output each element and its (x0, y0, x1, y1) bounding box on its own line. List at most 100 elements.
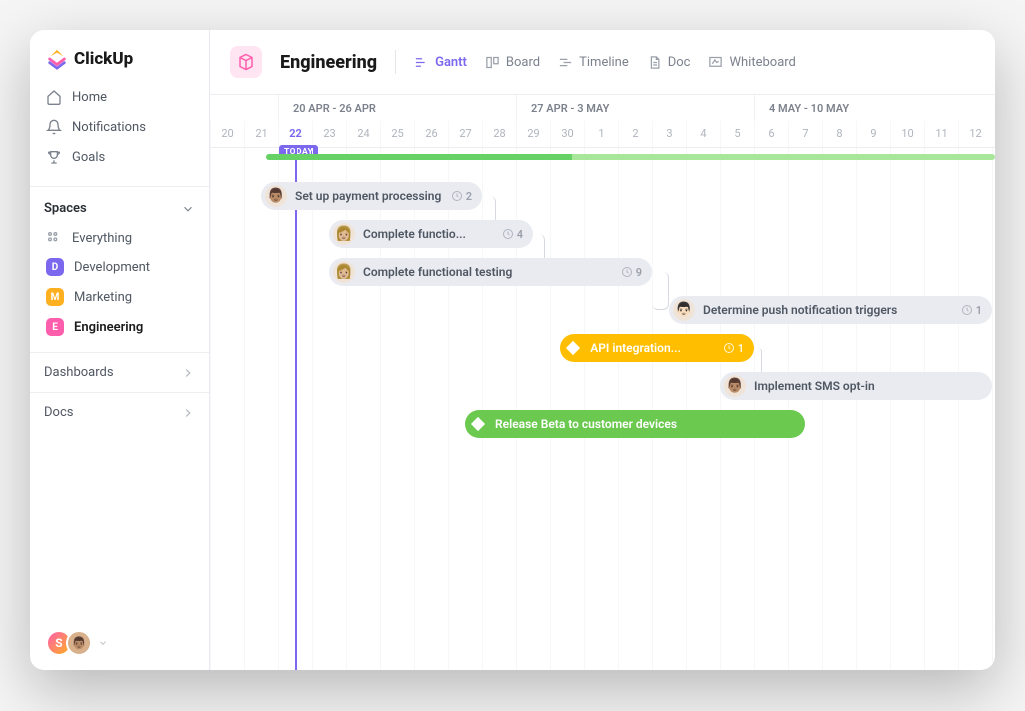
space-badge: D (46, 258, 64, 276)
task-subtask-count: 2 (451, 190, 472, 203)
week-row: 20 APR - 26 APR27 APR - 3 MAY4 MAY - 10 … (210, 95, 995, 121)
task-avatar: 👨🏻 (673, 299, 695, 321)
docs-row[interactable]: Docs (30, 393, 209, 432)
space-everything[interactable]: Everything (38, 224, 201, 252)
day-cell[interactable]: 26 (414, 121, 448, 147)
space-item-marketing[interactable]: M Marketing (38, 282, 201, 312)
view-whiteboard-label: Whiteboard (729, 55, 795, 70)
task-subtask-count: 4 (502, 228, 523, 241)
grid-icon (46, 230, 62, 246)
task-bar[interactable]: 👨🏻Determine push notification triggers1 (669, 296, 992, 324)
primary-nav: Home Notifications Goals (30, 82, 209, 186)
task-label: Complete functional testing (363, 265, 512, 279)
logo[interactable]: ClickUp (30, 30, 209, 82)
avatar-user-2: 👨🏽 (66, 630, 92, 656)
day-cell[interactable]: 6 (754, 121, 788, 147)
brand-name: ClickUp (74, 49, 133, 69)
day-cell[interactable]: 24 (346, 121, 380, 147)
day-cell[interactable]: 28 (482, 121, 516, 147)
task-label: Set up payment processing (295, 189, 441, 203)
week-cell: 27 APR - 3 MAY (516, 95, 754, 121)
trophy-icon (46, 149, 62, 165)
task-label: Complete functio... (363, 227, 466, 241)
day-row: 2021222324252627282930123456789101112 (210, 121, 995, 147)
day-cell[interactable]: 1 (584, 121, 618, 147)
subtask-icon (723, 342, 735, 354)
task-bar[interactable]: 👩🏼Complete functional testing9 (329, 258, 652, 286)
day-cell[interactable]: 30 (550, 121, 584, 147)
timeline-icon (558, 55, 573, 70)
day-cell[interactable]: 23 (312, 121, 346, 147)
task-subtask-count: 9 (621, 266, 642, 279)
task-subtask-count: 1 (723, 342, 744, 355)
day-cell[interactable]: 25 (380, 121, 414, 147)
task-bar[interactable]: 👨🏽Set up payment processing2 (261, 182, 482, 210)
gantt-area[interactable]: 👨🏽Set up payment processing2👩🏼Complete f… (210, 148, 995, 670)
task-bar[interactable]: Release Beta to customer devices (465, 410, 805, 438)
task-label: Release Beta to customer devices (495, 417, 677, 431)
subtask-icon (502, 228, 514, 240)
day-cell[interactable]: 5 (720, 121, 754, 147)
day-cell[interactable]: 3 (652, 121, 686, 147)
space-label: Development (74, 260, 150, 275)
divider (395, 50, 396, 74)
day-cell[interactable]: 20 (210, 121, 244, 147)
milestone-diamond-icon (471, 417, 485, 431)
nav-notifications[interactable]: Notifications (38, 112, 201, 142)
space-label: Marketing (74, 290, 132, 305)
task-avatar: 👨🏽 (724, 375, 746, 397)
bell-icon (46, 119, 62, 135)
space-label: Engineering (74, 320, 143, 335)
task-bar[interactable]: API integration...1 (560, 334, 754, 362)
day-cell[interactable]: 7 (788, 121, 822, 147)
timeline-header: 20 APR - 26 APR27 APR - 3 MAY4 MAY - 10 … (210, 95, 995, 148)
space-badge: M (46, 288, 64, 306)
day-cell[interactable]: 9 (856, 121, 890, 147)
day-cell[interactable]: 21 (244, 121, 278, 147)
day-cell[interactable]: 4 (686, 121, 720, 147)
chevron-down-icon (181, 202, 195, 216)
task-bar[interactable]: 👨🏽Implement SMS opt-in (720, 372, 992, 400)
home-icon (46, 89, 62, 105)
chevron-right-icon (181, 366, 195, 380)
view-board[interactable]: Board (485, 55, 540, 70)
task-bar[interactable]: 👩🏼Complete functio...4 (329, 220, 533, 248)
sidebar-footer: S 👨🏽 (30, 616, 209, 670)
space-item-engineering[interactable]: EEngineering (38, 312, 201, 342)
dashboards-label: Dashboards (44, 365, 114, 380)
subtask-icon (621, 266, 633, 278)
milestone-diamond-icon (566, 341, 580, 355)
day-cell[interactable]: 27 (448, 121, 482, 147)
spaces-list: Everything D Development M Marketing EEngine… (30, 224, 209, 352)
dashboards-row[interactable]: Dashboards (30, 353, 209, 392)
spaces-header[interactable]: Spaces (30, 187, 209, 224)
nav-home[interactable]: Home (38, 82, 201, 112)
day-cell[interactable]: 22 (278, 121, 312, 147)
day-cell[interactable]: 8 (822, 121, 856, 147)
view-whiteboard[interactable]: Whiteboard (708, 55, 795, 70)
today-line (295, 148, 297, 670)
context-title: Engineering (280, 52, 377, 73)
day-cell[interactable]: 12 (958, 121, 992, 147)
day-cell[interactable]: 10 (890, 121, 924, 147)
caret-down-icon[interactable] (98, 638, 108, 648)
context-badge[interactable] (230, 46, 262, 78)
day-cell[interactable]: 29 (516, 121, 550, 147)
board-icon (485, 55, 500, 70)
day-cell[interactable]: 2 (618, 121, 652, 147)
view-doc-label: Doc (668, 55, 691, 70)
view-gantt[interactable]: Gantt (414, 55, 467, 70)
view-timeline[interactable]: Timeline (558, 55, 629, 70)
top-bar: Engineering Gantt Board Timeline Doc Whi… (210, 30, 995, 95)
avatar-stack[interactable]: S 👨🏽 (46, 630, 92, 656)
view-timeline-label: Timeline (579, 55, 629, 70)
grid-background (210, 148, 995, 670)
box-icon (237, 53, 255, 71)
nav-goals[interactable]: Goals (38, 142, 201, 172)
space-item-development[interactable]: D Development (38, 252, 201, 282)
space-everything-label: Everything (72, 231, 132, 246)
day-cell[interactable]: 11 (924, 121, 958, 147)
subtask-icon (451, 190, 463, 202)
app-window: ClickUp Home Notifications Goals Spaces (30, 30, 995, 670)
view-doc[interactable]: Doc (647, 55, 691, 70)
